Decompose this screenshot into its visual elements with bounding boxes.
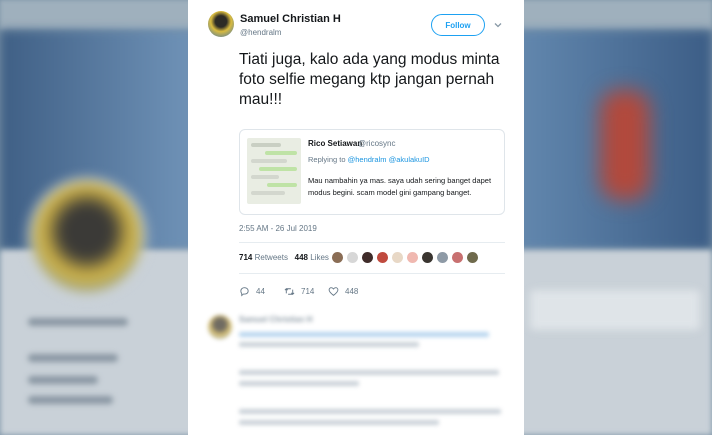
background-banner-figure xyxy=(600,90,650,200)
mention-link[interactable]: @hendralm xyxy=(348,155,387,164)
reply-count: 44 xyxy=(256,286,265,296)
avatar[interactable] xyxy=(406,251,419,264)
author-avatar[interactable] xyxy=(208,11,234,37)
avatar[interactable] xyxy=(391,251,404,264)
tweet-actions: 44 714 448 xyxy=(239,284,499,298)
reply-text-line xyxy=(239,409,501,414)
avatar[interactable] xyxy=(451,251,464,264)
divider xyxy=(239,273,505,274)
heart-icon xyxy=(328,286,339,296)
avatar[interactable] xyxy=(466,251,479,264)
likes-count[interactable]: 448 xyxy=(295,253,308,262)
retweets-count[interactable]: 714 xyxy=(239,253,252,262)
tweet-modal: Samuel Christian H @hendralm Follow Tiat… xyxy=(188,0,524,435)
background-profile-avatar xyxy=(28,178,146,296)
background-text-line xyxy=(28,396,113,404)
quoted-author-name[interactable]: Rico Setiawan xyxy=(308,139,362,148)
background-text-line xyxy=(28,354,118,362)
background-text-line xyxy=(28,318,128,326)
reply-text-line xyxy=(239,332,489,337)
reply-button[interactable]: 44 xyxy=(239,284,265,298)
chevron-down-icon[interactable] xyxy=(493,20,503,30)
quoted-tweet-image[interactable] xyxy=(247,138,301,204)
avatar[interactable] xyxy=(331,251,344,264)
retweet-count: 714 xyxy=(301,286,315,296)
background-sidebar-card xyxy=(530,290,700,330)
follow-button[interactable]: Follow xyxy=(431,14,485,36)
quoted-author-handle[interactable]: @ricosync xyxy=(358,139,395,148)
avatar[interactable] xyxy=(376,251,389,264)
retweet-button[interactable]: 714 xyxy=(284,284,314,298)
avatar[interactable] xyxy=(436,251,449,264)
reply-text-line xyxy=(239,381,359,386)
mention-link[interactable]: @akulakuID xyxy=(389,155,430,164)
reply-author-avatar[interactable] xyxy=(208,315,232,339)
reply-preview: Samuel Christian H xyxy=(188,305,524,435)
replying-to-label: Replying to xyxy=(308,155,346,164)
author-handle[interactable]: @hendralm xyxy=(240,28,281,37)
tweet-timestamp[interactable]: 2:55 AM - 26 Jul 2019 xyxy=(239,224,317,233)
like-count: 448 xyxy=(345,286,359,296)
like-button[interactable]: 448 xyxy=(328,284,358,298)
avatar[interactable] xyxy=(421,251,434,264)
background-text-line xyxy=(28,376,98,384)
reply-author-name[interactable]: Samuel Christian H xyxy=(239,315,312,324)
avatar[interactable] xyxy=(346,251,359,264)
reply-text-line xyxy=(239,420,439,425)
retweets-label[interactable]: Retweets xyxy=(255,253,288,262)
divider xyxy=(239,242,505,243)
quoted-tweet-text: Mau nambahin ya mas. saya udah sering ba… xyxy=(308,176,492,197)
quoted-tweet[interactable]: Rico Setiawan @ricosync Replying to @hen… xyxy=(239,129,505,215)
avatar[interactable] xyxy=(361,251,374,264)
author-name[interactable]: Samuel Christian H xyxy=(240,13,341,25)
reply-icon xyxy=(240,286,249,297)
reply-text-line xyxy=(239,370,499,375)
retweet-icon xyxy=(284,287,295,295)
quoted-replying-to: Replying to @hendralm @akulakuID xyxy=(308,155,430,164)
likes-label[interactable]: Likes xyxy=(310,253,329,262)
tweet-stats: 714 Retweets 448 Likes xyxy=(239,253,329,262)
tweet-text: Tiati juga, kalo ada yang modus minta fo… xyxy=(239,51,500,108)
reply-text-line xyxy=(239,342,419,347)
